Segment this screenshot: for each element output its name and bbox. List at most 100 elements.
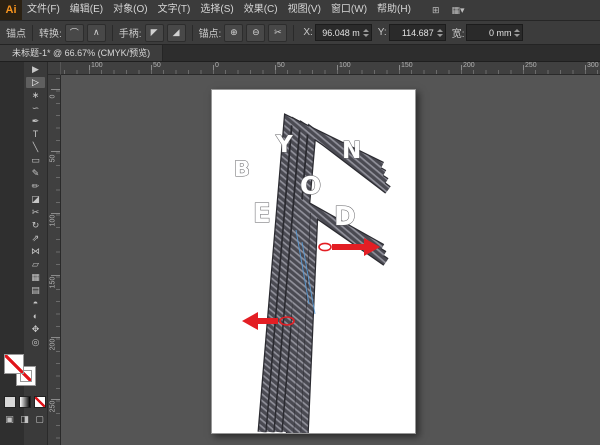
menu-type[interactable]: 文字(T): [153, 0, 196, 20]
menu-object[interactable]: 对象(O): [108, 0, 152, 20]
letter-N[interactable]: N: [342, 138, 361, 164]
pencil-tool-icon[interactable]: ✏: [26, 181, 45, 192]
remove-anchor-button[interactable]: ⊖: [246, 24, 265, 42]
letter-O[interactable]: O: [300, 171, 321, 200]
menu-bar: Ai 文件(F) 编辑(E) 对象(O) 文字(T) 选择(S) 效果(C) 视…: [0, 0, 600, 21]
anchor-mode-label: 锚点: [6, 25, 26, 40]
width-field: 宽: 0 mm: [452, 24, 524, 41]
ruler-origin-corner[interactable]: [48, 62, 61, 75]
ruler-number: 250: [50, 401, 57, 413]
fill-stroke-widget: [4, 354, 42, 390]
menu-effect[interactable]: 效果(C): [239, 0, 283, 20]
ruler-number: 200: [50, 339, 57, 351]
free-transform-tool-icon[interactable]: ▱: [26, 259, 45, 270]
eyedropper-tool-icon[interactable]: ◓: [26, 298, 45, 309]
ribbon-artwork[interactable]: [262, 120, 388, 433]
add-anchor-button[interactable]: ⊕: [224, 24, 243, 42]
letter-D[interactable]: D: [334, 202, 356, 232]
gradient-button[interactable]: [19, 396, 31, 408]
width-field-value[interactable]: 0 mm: [469, 28, 511, 38]
hide-handles-button[interactable]: ◢: [167, 24, 186, 42]
y-field-value[interactable]: 114.687: [392, 28, 434, 38]
y-field-box: 114.687: [389, 24, 446, 41]
width-field-label: 宽:: [452, 25, 465, 40]
none-button[interactable]: [34, 396, 46, 408]
color-button[interactable]: [4, 396, 16, 408]
app-logo[interactable]: Ai: [0, 0, 22, 20]
ruler-number: 0: [50, 91, 57, 103]
ruler-number: 200: [463, 62, 475, 69]
x-field-value[interactable]: 96.048 m: [318, 28, 360, 38]
convert-to-corner-button[interactable]: ∧: [87, 24, 106, 42]
control-bar: 锚点 转换: ⌒ ∧ 手柄: ◤ ◢ 锚点: ⊕ ⊖ ✂ X: 96.048 m…: [0, 21, 600, 45]
menu-window[interactable]: 窗口(W): [326, 0, 372, 20]
type-tool-icon[interactable]: T: [26, 129, 45, 140]
ruler-number: 100: [50, 215, 57, 227]
gradient-tool-icon[interactable]: ▤: [26, 285, 45, 296]
fill-swatch[interactable]: [4, 354, 24, 374]
workspace-switcher-icon[interactable]: ▦▾: [451, 5, 464, 16]
horizontal-ruler[interactable]: 100 50 0 50 100 150 200 250 300: [60, 62, 600, 75]
eraser-tool-icon[interactable]: ◪: [26, 194, 45, 205]
menu-help[interactable]: 帮助(H): [372, 0, 416, 20]
x-field-stepper[interactable]: [363, 29, 369, 37]
rotate-tool-icon[interactable]: ↻: [26, 220, 45, 231]
separator: [112, 25, 113, 41]
vertical-ruler[interactable]: 0 50 100 150 200 250: [48, 74, 61, 445]
line-segment-tool-icon[interactable]: ╲: [26, 142, 45, 153]
cut-path-button[interactable]: ✂: [268, 24, 287, 42]
y-field-stepper[interactable]: [437, 29, 443, 37]
convert-to-smooth-button[interactable]: ⌒: [65, 24, 84, 42]
document-tab-bar: 未标题-1* @ 66.67% (CMYK/预览): [0, 45, 600, 62]
letter-E[interactable]: E: [253, 199, 271, 229]
menu-select[interactable]: 选择(S): [195, 0, 238, 20]
ruler-number: 150: [401, 62, 413, 69]
menu-file[interactable]: 文件(F): [22, 0, 65, 20]
scissors-tool-icon[interactable]: ✂: [26, 207, 45, 218]
anchors-label: 锚点:: [199, 25, 222, 40]
red-ellipse-right[interactable]: [319, 243, 331, 250]
blend-tool-icon[interactable]: ◐: [26, 311, 45, 322]
menu-edit[interactable]: 编辑(E): [65, 0, 108, 20]
mesh-tool-icon[interactable]: ▦: [26, 272, 45, 283]
draw-mode-row: ▣ ◨ ▢: [4, 414, 45, 425]
ruler-number: 300: [587, 62, 599, 69]
tools-panel: ▶ ▷ ∗ ∽ ✒ T ╲ ▭ ✎ ✏ ◪ ✂ ↻ ⇗ ⋈ ▱ ▦ ▤ ◓ ◐ …: [24, 62, 48, 445]
selection-tool-icon[interactable]: ▶: [26, 64, 45, 75]
magic-wand-tool-icon[interactable]: ∗: [26, 90, 45, 101]
letter-B[interactable]: B: [234, 157, 250, 181]
y-field: Y: 114.687: [378, 24, 446, 41]
artwork-canvas: B E Y O N D: [212, 90, 415, 433]
ruler-number: 50: [277, 62, 285, 69]
x-field-label: X:: [303, 27, 312, 38]
separator: [192, 25, 193, 41]
ruler-number: 50: [50, 153, 57, 165]
draw-behind-mode-icon[interactable]: ◨: [19, 414, 30, 425]
draw-normal-mode-icon[interactable]: ▣: [4, 414, 15, 425]
width-tool-icon[interactable]: ⋈: [26, 246, 45, 257]
show-handles-button[interactable]: ◤: [145, 24, 164, 42]
ruler-number: 0: [215, 62, 219, 69]
letter-Y[interactable]: Y: [275, 132, 293, 158]
lasso-tool-icon[interactable]: ∽: [26, 103, 45, 114]
zoom-tool-icon[interactable]: ◎: [26, 337, 45, 348]
canvas-area[interactable]: B E Y O N D: [60, 74, 600, 445]
direct-selection-tool-icon[interactable]: ▷: [26, 77, 45, 88]
rectangle-tool-icon[interactable]: ▭: [26, 155, 45, 166]
pen-tool-icon[interactable]: ✒: [26, 116, 45, 127]
ruler-number: 100: [339, 62, 351, 69]
scale-tool-icon[interactable]: ⇗: [26, 233, 45, 244]
menu-view[interactable]: 视图(V): [283, 0, 326, 20]
tool-list: ▶ ▷ ∗ ∽ ✒ T ╲ ▭ ✎ ✏ ◪ ✂ ↻ ⇗ ⋈ ▱ ▦ ▤ ◓ ◐ …: [24, 64, 47, 348]
artboard[interactable]: B E Y O N D: [211, 89, 416, 434]
hand-tool-icon[interactable]: ✥: [26, 324, 45, 335]
width-field-stepper[interactable]: [514, 29, 520, 37]
handles-label: 手柄:: [119, 25, 142, 40]
paintbrush-tool-icon[interactable]: ✎: [26, 168, 45, 179]
separator: [293, 25, 294, 41]
screen-mode-icon[interactable]: ▢: [34, 414, 45, 425]
document-tab[interactable]: 未标题-1* @ 66.67% (CMYK/预览): [0, 45, 163, 61]
ruler-number: 50: [153, 62, 161, 69]
arrange-documents-icon[interactable]: ⊞: [432, 5, 440, 16]
separator: [32, 25, 33, 41]
